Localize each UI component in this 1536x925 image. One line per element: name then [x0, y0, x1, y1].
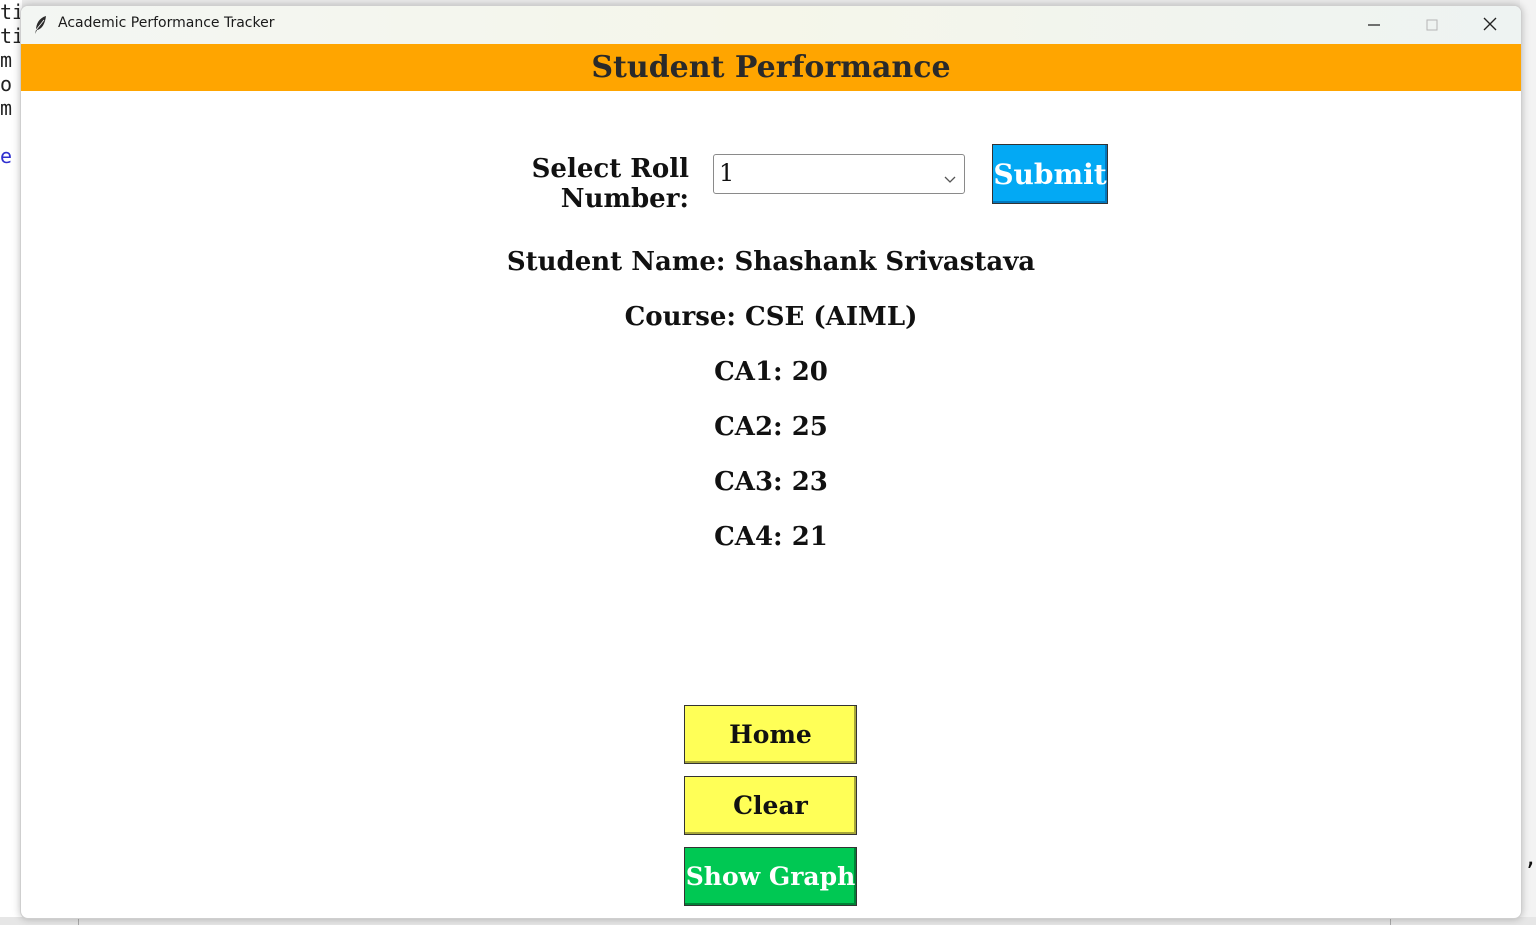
submit-button[interactable]: Submit [992, 144, 1108, 204]
editor-line: m [0, 96, 13, 120]
maximize-button[interactable] [1403, 6, 1461, 44]
ca4-score: CA4: 21 [714, 522, 828, 552]
page-header: Student Performance [21, 44, 1521, 91]
student-name: Student Name: Shashank Srivastava [506, 247, 1036, 277]
student-course: Course: CSE (AIML) [624, 302, 918, 332]
roll-number-select[interactable]: 1 [713, 154, 965, 194]
window-title: Academic Performance Tracker [58, 15, 275, 31]
page-title: Student Performance [591, 50, 951, 85]
ca3-score: CA3: 23 [714, 467, 828, 497]
clear-button[interactable]: Clear [684, 776, 857, 835]
close-icon [1483, 16, 1497, 35]
roll-number-label: Select Roll Number: [531, 154, 689, 214]
ca1-score: CA1: 20 [714, 357, 828, 387]
title-bar[interactable]: Academic Performance Tracker [21, 6, 1521, 44]
background-comma: , [1524, 846, 1536, 871]
editor-line: ti [0, 24, 22, 48]
home-button[interactable]: Home [684, 705, 857, 764]
editor-line: e [0, 144, 13, 168]
ca2-score: CA2: 25 [714, 412, 828, 442]
minimize-button[interactable] [1345, 6, 1403, 44]
close-button[interactable] [1461, 6, 1519, 44]
editor-line: m [0, 48, 13, 72]
minimize-icon [1368, 16, 1380, 35]
roll-number-value: 1 [719, 159, 735, 187]
show-graph-button[interactable]: Show Graph [684, 847, 857, 906]
editor-line: ti [0, 0, 22, 24]
chevron-down-icon[interactable] [944, 169, 956, 188]
editor-line: o [0, 72, 13, 96]
app-window: Academic Performance Tracker Student Per… [20, 5, 1522, 919]
feather-icon [33, 15, 49, 35]
background-window-strip [1520, 0, 1536, 925]
maximize-icon [1426, 16, 1438, 35]
background-editor: ti ti m o m e [0, 0, 22, 925]
